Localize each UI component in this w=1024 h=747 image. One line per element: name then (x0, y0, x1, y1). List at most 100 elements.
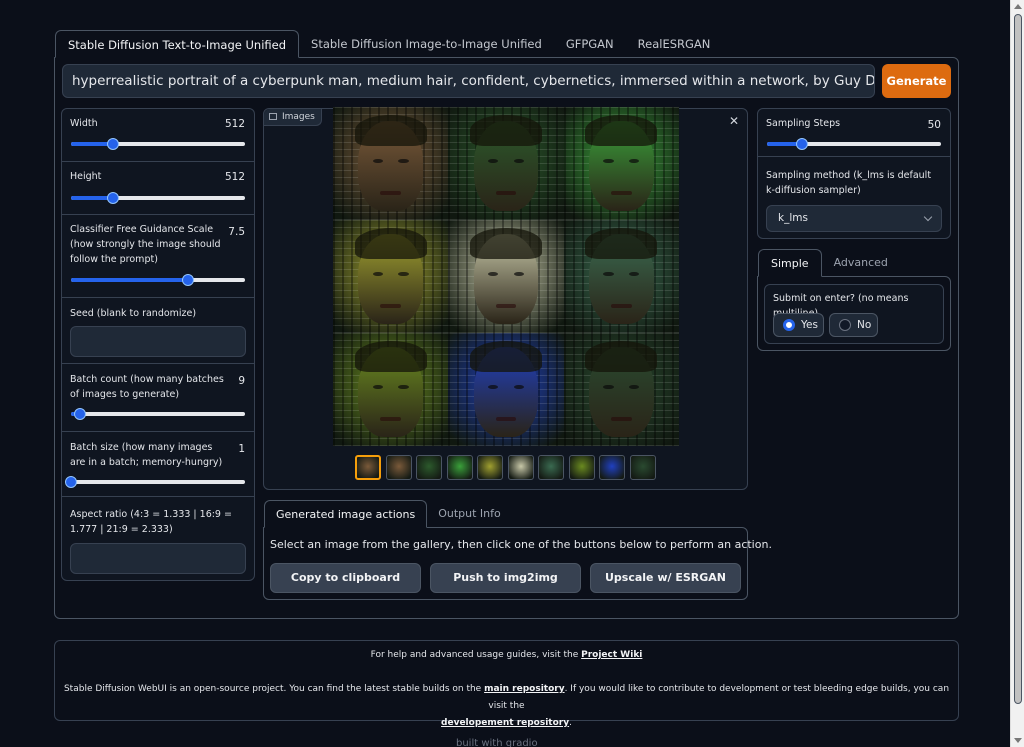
height-control: Height 512 (62, 162, 254, 215)
portrait-face (469, 115, 543, 211)
batch-size-label: Batch size (how many images are in a bat… (70, 442, 223, 468)
radio-no-indicator (839, 319, 851, 331)
copy-to-clipboard-button[interactable]: Copy to clipboard (270, 563, 421, 593)
sampling-steps-slider[interactable] (767, 138, 941, 150)
seed-control: Seed (blank to randomize) (62, 298, 254, 364)
upscale-esrgan-button[interactable]: Upscale w/ ESRGAN (590, 563, 741, 593)
footer-help-prefix: For help and advanced usage guides, visi… (370, 650, 579, 660)
thumbnail-strip (355, 455, 656, 480)
batch-size-slider[interactable] (65, 476, 245, 488)
portrait-face (585, 341, 658, 437)
generated-image[interactable] (448, 333, 564, 446)
development-repository-link[interactable]: developement repository (441, 718, 569, 728)
generated-image[interactable] (563, 220, 679, 333)
batch-size-value: 1 (238, 443, 245, 455)
main-tabs: Stable Diffusion Text-to-Image Unified S… (55, 30, 722, 58)
radio-yes-label: Yes (801, 319, 818, 331)
portrait-face (354, 341, 427, 437)
gallery-thumbnail[interactable] (507, 455, 534, 480)
gallery-thumbnail[interactable] (538, 455, 564, 480)
sampling-method-label: Sampling method (k_lms is default k-diff… (766, 170, 932, 196)
close-icon[interactable]: ✕ (729, 114, 739, 128)
scroll-up-icon[interactable] (1014, 4, 1022, 9)
generated-image[interactable] (563, 107, 679, 220)
tab-realesrgan[interactable]: RealESRGAN (626, 30, 723, 58)
gallery-thumbnail[interactable] (385, 455, 412, 480)
tab-output-info[interactable]: Output Info (427, 500, 512, 528)
generated-image[interactable] (333, 333, 449, 446)
batch-count-slider[interactable] (71, 408, 245, 420)
batch-count-label: Batch count (how many batches of images … (70, 374, 224, 400)
portrait-face (585, 228, 658, 324)
seed-input[interactable] (70, 326, 246, 357)
sampling-method-select[interactable]: k_lms (766, 205, 942, 232)
settings-panel: Width 512 Height 512 Classifier Free Gui… (61, 108, 255, 581)
generated-image[interactable] (448, 107, 564, 220)
sampling-steps-label: Sampling Steps (766, 118, 841, 129)
gallery-thumbnail[interactable] (477, 455, 503, 480)
gallery-thumbnail[interactable] (599, 455, 625, 480)
portrait-face (354, 115, 427, 211)
generated-image[interactable] (333, 220, 449, 333)
tab-simple[interactable]: Simple (758, 249, 822, 277)
width-slider[interactable] (71, 138, 245, 150)
tab-advanced[interactable]: Advanced (822, 249, 900, 277)
width-label: Width (70, 118, 98, 129)
gallery-thumbnail[interactable] (446, 455, 473, 480)
generated-image[interactable] (333, 107, 449, 220)
gallery-thumbnail[interactable] (568, 455, 595, 480)
radio-no-label: No (857, 319, 872, 331)
image-icon (269, 113, 277, 120)
gallery-label-text: Images (282, 112, 315, 122)
portrait-face (469, 341, 543, 437)
radio-yes[interactable]: Yes (773, 313, 824, 337)
push-to-img2img-button[interactable]: Push to img2img (430, 563, 581, 593)
generated-image[interactable] (563, 333, 679, 446)
height-value: 512 (224, 171, 245, 183)
generated-image[interactable] (448, 220, 564, 333)
footer-info-prefix: Stable Diffusion WebUI is an open-source… (63, 684, 482, 694)
cfg-label: Classifier Free Guidance Scale (how stro… (70, 224, 221, 265)
footer-info-text: Stable Diffusion WebUI is an open-source… (54, 681, 959, 732)
batch-size-control: Batch size (how many images are in a bat… (62, 432, 254, 497)
main-repository-link[interactable]: main repository (484, 684, 564, 694)
portrait-face (585, 115, 658, 211)
image-grid (333, 107, 679, 446)
page-scrollbar[interactable] (1010, 0, 1024, 747)
tab-generated-image-actions[interactable]: Generated image actions (264, 500, 428, 528)
chevron-down-icon (923, 212, 933, 222)
actions-message: Select an image from the gallery, then c… (270, 538, 772, 551)
prompt-input[interactable]: hyperrealistic portrait of a cyberpunk m… (62, 64, 875, 98)
project-wiki-link[interactable]: Project Wiki (581, 650, 642, 660)
radio-yes-indicator (783, 319, 795, 331)
aspect-control: Aspect ratio (4:3 = 1.333 | 16:9 = 1.777… (62, 497, 254, 580)
width-control: Width 512 (62, 109, 254, 162)
tab-img2img[interactable]: Stable Diffusion Image-to-Image Unified (299, 30, 554, 58)
gallery-label: Images (264, 109, 322, 126)
gallery-thumbnail[interactable] (629, 455, 656, 480)
footer-info-end: . (569, 718, 572, 728)
cfg-slider[interactable] (71, 274, 245, 286)
scrollbar-thumb[interactable] (1014, 14, 1022, 704)
height-slider[interactable] (71, 192, 245, 204)
portrait-face (469, 228, 543, 324)
gallery-thumbnail[interactable] (416, 455, 442, 480)
tab-gfpgan[interactable]: GFPGAN (554, 30, 626, 58)
aspect-label: Aspect ratio (4:3 = 1.333 | 16:9 = 1.777… (70, 509, 232, 535)
height-label: Height (70, 171, 102, 182)
cfg-control: Classifier Free Guidance Scale (how stro… (62, 215, 254, 298)
aspect-input[interactable] (70, 543, 246, 574)
sampling-steps-value: 50 (927, 119, 941, 131)
sampling-panel: Sampling Steps 50 Sampling method (k_lms… (757, 108, 951, 239)
batch-count-value: 9 (238, 375, 245, 387)
built-with-gradio[interactable]: built with gradio (456, 738, 538, 747)
scroll-down-icon[interactable] (1014, 738, 1022, 743)
action-tabs: Generated image actions Output Info (264, 500, 512, 528)
radio-no[interactable]: No (829, 313, 878, 337)
generate-button[interactable]: Generate (882, 64, 951, 98)
mode-tabs: Simple Advanced (758, 249, 900, 277)
width-value: 512 (224, 118, 245, 130)
tab-txt2img[interactable]: Stable Diffusion Text-to-Image Unified (55, 30, 300, 58)
gallery-thumbnail[interactable] (355, 455, 381, 480)
sampling-method-value: k_lms (778, 212, 808, 224)
